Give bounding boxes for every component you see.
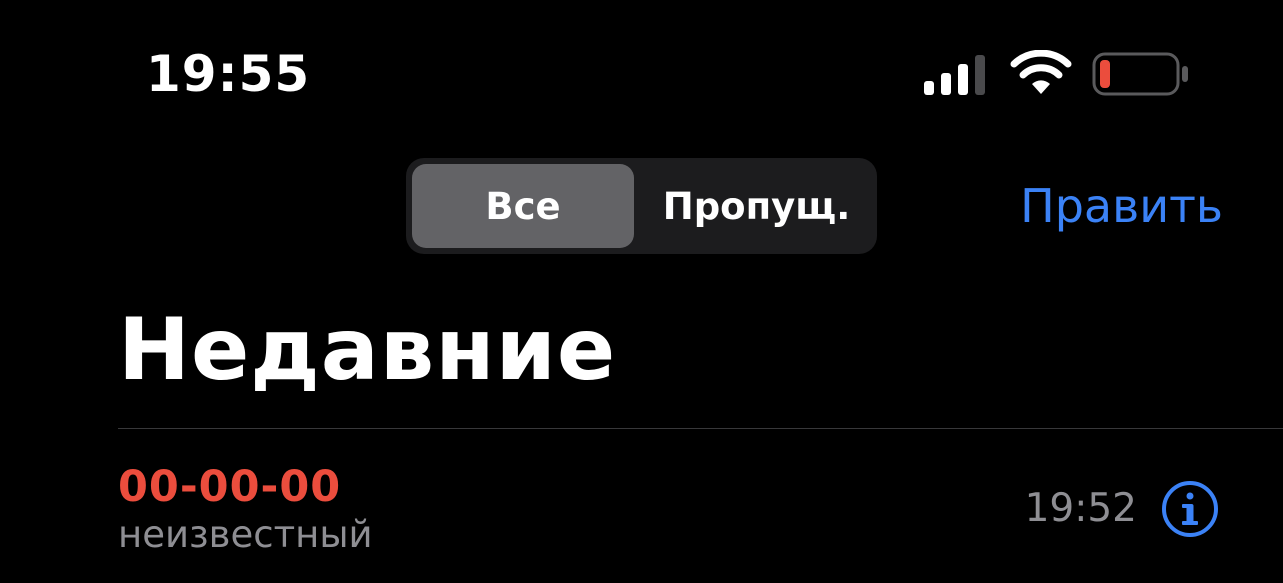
segment-missed[interactable]: Пропущ. bbox=[642, 164, 871, 248]
edit-button[interactable]: Править bbox=[1020, 178, 1223, 234]
signal-icon bbox=[924, 55, 985, 95]
info-icon[interactable] bbox=[1160, 479, 1220, 539]
page-title: Недавние bbox=[118, 300, 617, 400]
call-row[interactable]: 00-00-00 неизвестный 19:52 bbox=[0, 429, 1283, 583]
filter-segmented-control: Все Пропущ. bbox=[406, 158, 877, 254]
recents-screen: 19:55 Все Пропущ. Править Недавние 00-00… bbox=[0, 0, 1283, 583]
caller-label: неизвестный bbox=[118, 513, 373, 556]
call-time: 19:52 bbox=[1024, 486, 1137, 531]
wifi-icon bbox=[1010, 50, 1072, 94]
battery-icon bbox=[1092, 52, 1188, 96]
caller-number: 00-00-00 bbox=[118, 462, 342, 512]
segment-all[interactable]: Все bbox=[412, 164, 634, 248]
status-time: 19:55 bbox=[146, 45, 311, 103]
